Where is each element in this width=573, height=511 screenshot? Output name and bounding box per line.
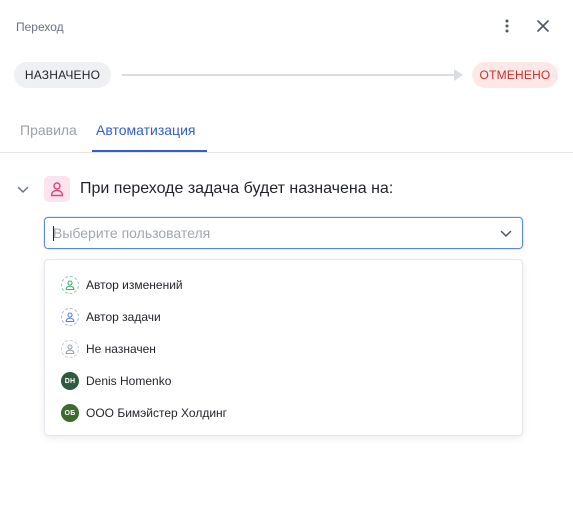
- option-unassigned[interactable]: Не назначен: [45, 333, 522, 365]
- close-button[interactable]: [531, 16, 555, 40]
- dialog-title: Переход: [16, 20, 64, 34]
- avatar: DH: [61, 372, 79, 390]
- chevron-down-icon: [17, 181, 29, 199]
- option-label: Denis Homenko: [86, 374, 172, 388]
- option-label: Автор задачи: [86, 310, 161, 324]
- option-task-author[interactable]: Автор задачи: [45, 301, 522, 333]
- select-toggle[interactable]: [498, 226, 514, 242]
- user-search-input[interactable]: [53, 218, 483, 248]
- chevron-down-icon: [500, 225, 512, 243]
- more-menu-button[interactable]: [495, 16, 519, 40]
- user-icon: [61, 308, 79, 326]
- transition-arrow-line: [122, 74, 462, 76]
- text-cursor: [53, 226, 54, 241]
- avatar: ОБ: [61, 404, 79, 422]
- automation-rule: При переходе задача будет назначена на:: [14, 175, 559, 205]
- from-status-badge: НАЗНАЧЕНО: [14, 62, 111, 88]
- user-options-dropdown: Автор изменений Автор задачи Не назначен…: [44, 259, 523, 436]
- option-label: ООО Бимэйстер Холдинг: [86, 406, 228, 420]
- tab-rules[interactable]: Правила: [20, 122, 77, 138]
- option-user-denis-homenko[interactable]: DH Denis Homenko: [45, 365, 522, 397]
- tab-automation[interactable]: Автоматизация: [96, 122, 195, 138]
- user-icon: [61, 276, 79, 294]
- option-label: Автор изменений: [86, 278, 183, 292]
- arrow-right-icon: [454, 69, 463, 81]
- rule-description: При переходе задача будет назначена на:: [80, 180, 394, 197]
- user-select[interactable]: [44, 217, 523, 249]
- to-status-badge: ОТМЕНЕНО: [472, 62, 558, 88]
- dialog-header: Переход: [0, 0, 573, 56]
- user-icon: [61, 340, 79, 358]
- option-label: Не назначен: [86, 342, 156, 356]
- option-org-bimeister[interactable]: ОБ ООО Бимэйстер Холдинг: [45, 397, 522, 429]
- collapse-toggle[interactable]: [14, 181, 32, 199]
- option-change-author[interactable]: Автор изменений: [45, 269, 522, 301]
- tab-bar: Правила Автоматизация: [0, 110, 573, 153]
- user-icon: [44, 176, 70, 202]
- more-vertical-icon: [505, 19, 509, 38]
- active-tab-indicator: [92, 150, 207, 152]
- close-icon: [537, 19, 549, 37]
